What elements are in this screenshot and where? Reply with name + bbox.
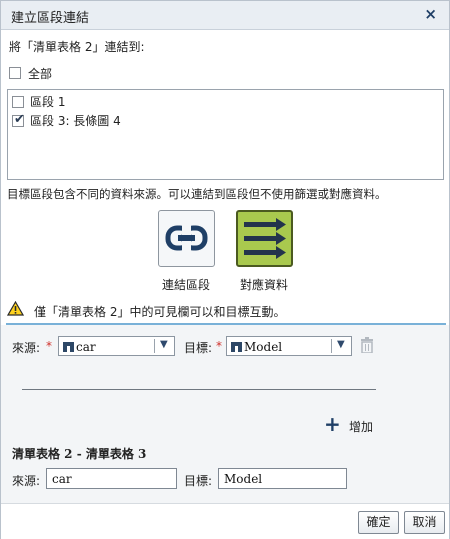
- target-label: 目標:: [184, 341, 213, 355]
- map-data-button[interactable]: [236, 210, 293, 267]
- column-icon: [231, 342, 242, 352]
- existing-target-value: Model: [224, 472, 263, 486]
- column-icon: [63, 342, 74, 352]
- create-section-link-dialog: 建立區段連結 × 將「清單表格 2」連結到: 全部 區段 1 ✔ 區段 3: 長…: [0, 0, 450, 539]
- existing-source-value: car: [52, 472, 72, 486]
- section-list: 區段 1 ✔ 區段 3: 長條圖 4: [7, 89, 444, 180]
- required-indicator: *: [216, 339, 222, 353]
- existing-target-label: 目標:: [184, 474, 213, 488]
- checkmark-icon: ✔: [14, 112, 25, 127]
- chain-link-icon: [165, 224, 208, 252]
- select-divider: [331, 339, 332, 353]
- trash-icon[interactable]: [360, 337, 374, 353]
- mapping-arrows-icon: [244, 218, 286, 259]
- source-label: 來源:: [12, 341, 41, 355]
- existing-target-field[interactable]: Model: [218, 468, 347, 489]
- required-indicator: *: [46, 339, 52, 353]
- chevron-down-icon[interactable]: ▼: [160, 339, 168, 350]
- ok-button[interactable]: 確定: [358, 511, 399, 534]
- select-all-checkbox[interactable]: [9, 67, 21, 79]
- mapping-panel: 來源: * car ▼ 目標: * Model ▼ + 增加 清單表格 2 - …: [1, 325, 449, 503]
- warning-text: 僅「清單表格 2」中的可見欄可以和目標互動。: [34, 305, 286, 319]
- add-icon[interactable]: +: [324, 414, 341, 434]
- existing-mapping-heading: 清單表格 2 - 清單表格 3: [12, 447, 147, 461]
- existing-source-label: 來源:: [12, 474, 41, 488]
- target-select-value: Model: [244, 340, 283, 354]
- select-divider: [154, 339, 155, 353]
- chevron-down-icon[interactable]: ▼: [337, 339, 345, 350]
- add-button-label[interactable]: 增加: [349, 418, 373, 435]
- target-select[interactable]: Model ▼: [226, 336, 352, 356]
- select-all-label: 全部: [28, 67, 53, 81]
- mapping-separator: [22, 389, 376, 390]
- link-section-button[interactable]: [158, 210, 215, 267]
- source-select[interactable]: car ▼: [58, 336, 175, 356]
- link-section-label: 連結區段: [162, 278, 211, 292]
- source-select-value: car: [76, 340, 96, 354]
- info-text: 目標區段包含不同的資料來源。可以連結到區段但不使用篩選或對應資料。: [7, 187, 387, 201]
- section-item-label: 區段 1: [30, 95, 66, 109]
- close-icon[interactable]: ×: [424, 5, 437, 23]
- warning-icon: [7, 301, 24, 316]
- dialog-titlebar: 建立區段連結 ×: [1, 1, 449, 30]
- section-checkbox-3[interactable]: ✔: [12, 112, 25, 127]
- dialog-title: 建立區段連結: [11, 11, 90, 26]
- dialog-footer: 確定 取消: [1, 503, 449, 539]
- existing-source-field[interactable]: car: [46, 468, 177, 489]
- map-data-label: 對應資料: [240, 278, 289, 292]
- section-item-label: 區段 3: 長條圖 4: [30, 114, 121, 128]
- section-checkbox-1[interactable]: [12, 96, 24, 108]
- cancel-button[interactable]: 取消: [404, 511, 445, 534]
- link-prompt: 將「清單表格 2」連結到:: [9, 40, 145, 54]
